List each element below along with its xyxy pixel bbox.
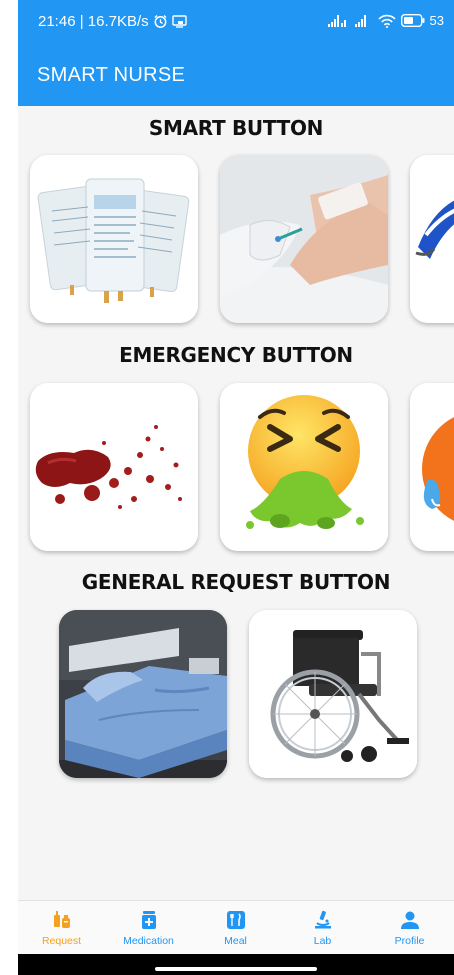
app-screen: 21:46 | 16.7KB/s 53 SMART NURSE SMART BU… — [18, 0, 454, 975]
status-bar: 21:46 | 16.7KB/s 53 — [18, 0, 454, 44]
cast-icon — [171, 15, 187, 28]
bottom-navigation: Request Medication Meal Lab Profile — [18, 900, 454, 955]
app-bar: SMART NURSE — [18, 44, 454, 106]
nav-request[interactable]: Request — [18, 909, 105, 947]
wheelchair-button[interactable] — [249, 610, 417, 778]
status-right: 53 — [327, 13, 444, 28]
home-indicator[interactable] — [155, 967, 317, 971]
bed-button[interactable] — [59, 610, 227, 778]
wifi-icon — [377, 14, 396, 28]
battery-icon — [400, 14, 425, 27]
iv-cannula-icon — [220, 155, 388, 323]
iv-bags-icon — [30, 155, 198, 323]
signal-icon-2 — [354, 14, 373, 27]
section-title-general: GENERAL REQUEST BUTTON — [81, 570, 391, 594]
nav-medication-label: Medication — [123, 935, 174, 947]
medication-icon — [141, 911, 156, 929]
section-title-smart: SMART BUTTON — [148, 116, 324, 140]
crying-face-icon — [410, 383, 454, 551]
signal-icon — [327, 14, 350, 27]
vomiting-face-icon — [220, 383, 388, 551]
iv-bags-button[interactable] — [30, 155, 198, 323]
wheelchair-icon — [249, 610, 417, 778]
profile-icon — [400, 911, 419, 929]
nav-profile[interactable]: Profile — [366, 909, 453, 947]
lab-icon — [314, 910, 331, 929]
vomiting-button[interactable] — [220, 383, 388, 551]
system-navigation-bar — [18, 954, 454, 975]
battery-level: 53 — [429, 13, 444, 28]
partial-tile-button[interactable] — [410, 155, 454, 323]
app-title: SMART NURSE — [37, 64, 186, 86]
bleeding-icon — [30, 383, 198, 551]
status-left: 21:46 | 16.7KB/s — [38, 13, 187, 30]
nav-profile-label: Profile — [394, 935, 425, 947]
nav-request-label: Request — [41, 935, 82, 947]
nav-lab[interactable]: Lab — [279, 909, 366, 947]
nav-meal[interactable]: Meal — [192, 909, 279, 947]
bed-icon — [59, 610, 227, 778]
nav-lab-label: Lab — [313, 935, 332, 947]
nav-medication[interactable]: Medication — [105, 909, 192, 947]
partial-tile-icon — [410, 155, 454, 323]
section-title-emergency: EMERGENCY BUTTON — [119, 343, 353, 367]
status-time-speed: 21:46 | 16.7KB/s — [38, 13, 149, 30]
bleeding-button[interactable] — [30, 383, 198, 551]
alarm-icon — [153, 14, 168, 29]
iv-cannula-button[interactable] — [220, 155, 388, 323]
meal-icon — [226, 911, 245, 929]
nav-meal-label: Meal — [224, 935, 247, 947]
crying-face-button[interactable] — [410, 383, 454, 551]
request-icon — [53, 911, 70, 928]
